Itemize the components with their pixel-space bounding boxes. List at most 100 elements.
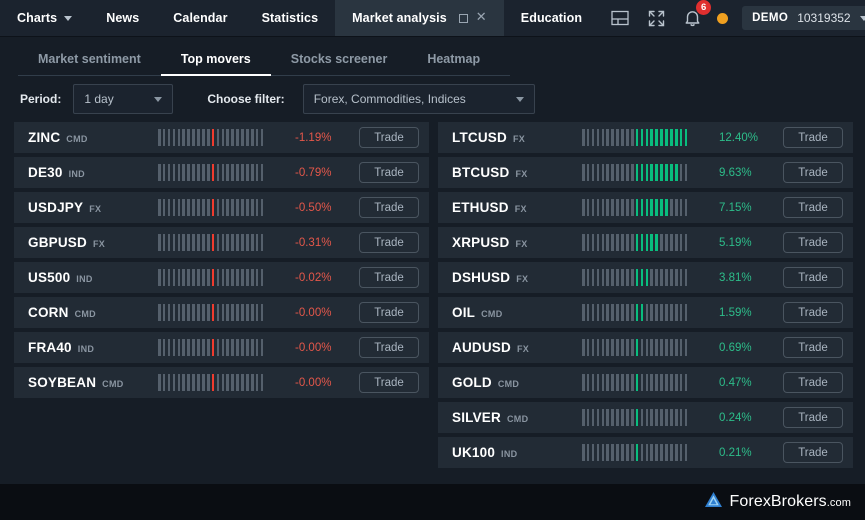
subtab-top-movers[interactable]: Top movers xyxy=(160,52,271,76)
mover-row[interactable]: UK100 IND 0.21% Trade xyxy=(438,437,853,468)
meter-bar xyxy=(250,234,254,251)
mover-row[interactable]: OIL CMD 1.59% Trade xyxy=(438,297,853,328)
meter-bar xyxy=(187,129,190,146)
mover-row[interactable]: ZINC CMD -1.19% Trade xyxy=(14,122,429,153)
mover-row[interactable]: US500 IND -0.02% Trade xyxy=(14,262,429,293)
instrument-class: CMD xyxy=(506,414,529,424)
subtab-heatmap[interactable]: Heatmap xyxy=(407,52,500,75)
meter-bar xyxy=(650,444,654,461)
meter-bar xyxy=(679,199,683,216)
nav-tab-news[interactable]: News xyxy=(89,0,156,36)
trade-button[interactable]: Trade xyxy=(359,232,419,253)
trade-button[interactable]: Trade xyxy=(359,372,419,393)
change-meter xyxy=(158,199,273,217)
top-movers-columns: ZINC CMD -1.19% Trade DE30 IND -0.79% Trade USDJ… xyxy=(0,122,865,484)
meter-bar xyxy=(206,129,210,146)
mover-row[interactable]: BTCUSD FX 9.63% Trade xyxy=(438,157,853,188)
nav-tab-label: Education xyxy=(520,11,583,25)
meter-bar xyxy=(626,304,629,321)
trade-button[interactable]: Trade xyxy=(359,337,419,358)
meter-bar xyxy=(655,374,658,391)
trade-button[interactable]: Trade xyxy=(783,197,843,218)
instrument-name-cell: UK100 IND xyxy=(452,445,582,460)
meter-bar xyxy=(162,374,166,391)
mover-row[interactable]: AUDUSD FX 0.69% Trade xyxy=(438,332,853,363)
meter-bar xyxy=(231,129,234,146)
trade-button[interactable]: Trade xyxy=(783,232,843,253)
nav-tab-education[interactable]: Education xyxy=(504,0,599,36)
mover-row[interactable]: SOYBEAN CMD -0.00% Trade xyxy=(14,367,429,398)
instrument-class: FX xyxy=(516,344,530,354)
meter-bar xyxy=(202,269,205,286)
trade-button[interactable]: Trade xyxy=(783,267,843,288)
meter-bar xyxy=(684,374,688,391)
meter-bar xyxy=(645,304,649,321)
meter-bar xyxy=(187,269,190,286)
close-icon[interactable]: ✕ xyxy=(476,11,487,24)
instrument-symbol: GOLD xyxy=(452,375,492,390)
meter-bar xyxy=(202,164,205,181)
trade-button[interactable]: Trade xyxy=(783,372,843,393)
trade-button[interactable]: Trade xyxy=(783,337,843,358)
mover-row[interactable]: DE30 IND -0.79% Trade xyxy=(14,157,429,188)
meter-bar xyxy=(226,234,230,251)
mover-row[interactable]: SILVER CMD 0.24% Trade xyxy=(438,402,853,433)
meter-bar xyxy=(679,409,683,426)
trade-button[interactable]: Trade xyxy=(783,302,843,323)
mover-row[interactable]: FRA40 IND -0.00% Trade xyxy=(14,332,429,363)
meter-bar xyxy=(640,269,644,286)
change-meter xyxy=(582,129,697,147)
trade-button[interactable]: Trade xyxy=(783,442,843,463)
meter-bar xyxy=(591,234,595,251)
meter-bar xyxy=(670,304,673,321)
period-select[interactable]: 1 day xyxy=(73,84,174,114)
meter-bar xyxy=(586,129,590,146)
trade-button[interactable]: Trade xyxy=(359,127,419,148)
meter-bar xyxy=(192,304,195,321)
mover-row[interactable]: DSHUSD FX 3.81% Trade xyxy=(438,262,853,293)
trade-button[interactable]: Trade xyxy=(359,302,419,323)
trade-button[interactable]: Trade xyxy=(359,197,419,218)
chevron-down-icon xyxy=(859,15,865,21)
change-meter xyxy=(582,444,697,462)
meter-bar xyxy=(241,164,244,181)
mover-row[interactable]: CORN CMD -0.00% Trade xyxy=(14,297,429,328)
trade-button[interactable]: Trade xyxy=(359,162,419,183)
mover-row[interactable]: GOLD CMD 0.47% Trade xyxy=(438,367,853,398)
meter-bar xyxy=(202,234,205,251)
trade-button[interactable]: Trade xyxy=(783,127,843,148)
meter-bar xyxy=(172,374,176,391)
meter-bar xyxy=(158,199,161,216)
instrument-filter-select[interactable]: Forex, Commodities, Indices xyxy=(302,84,535,114)
meter-bar xyxy=(674,409,678,426)
fullscreen-icon[interactable] xyxy=(645,7,667,29)
maximize-icon[interactable] xyxy=(458,13,468,23)
nav-tab-charts[interactable]: Charts xyxy=(0,0,89,36)
mover-row[interactable]: XRPUSD FX 5.19% Trade xyxy=(438,227,853,258)
meter-bar xyxy=(197,374,200,391)
nav-tab-statistics[interactable]: Statistics xyxy=(245,0,336,36)
mover-row[interactable]: ETHUSD FX 7.15% Trade xyxy=(438,192,853,223)
meter-bar xyxy=(246,199,249,216)
account-selector[interactable]: DEMO 10319352 xyxy=(742,6,865,30)
nav-tab-market-analysis[interactable]: Market analysis ✕ xyxy=(335,0,504,36)
subtab-market-sentiment[interactable]: Market sentiment xyxy=(18,52,161,75)
meter-bar xyxy=(611,444,614,461)
meter-bar xyxy=(582,444,585,461)
trade-button[interactable]: Trade xyxy=(783,162,843,183)
meter-bar xyxy=(606,234,610,251)
notifications-bell-icon[interactable]: 6 xyxy=(681,0,712,29)
subtab-stocks-screener[interactable]: Stocks screener xyxy=(271,52,408,75)
mover-row[interactable]: LTCUSD FX 12.40% Trade xyxy=(438,122,853,153)
meter-bar xyxy=(260,374,264,391)
meter-bar xyxy=(182,164,186,181)
layout-panel-icon[interactable] xyxy=(609,7,631,29)
meter-bar xyxy=(655,444,658,461)
meter-bar xyxy=(601,409,605,426)
meter-bar xyxy=(635,444,639,461)
mover-row[interactable]: USDJPY FX -0.50% Trade xyxy=(14,192,429,223)
nav-tab-calendar[interactable]: Calendar xyxy=(156,0,244,36)
mover-row[interactable]: GBPUSD FX -0.31% Trade xyxy=(14,227,429,258)
trade-button[interactable]: Trade xyxy=(783,407,843,428)
trade-button[interactable]: Trade xyxy=(359,267,419,288)
